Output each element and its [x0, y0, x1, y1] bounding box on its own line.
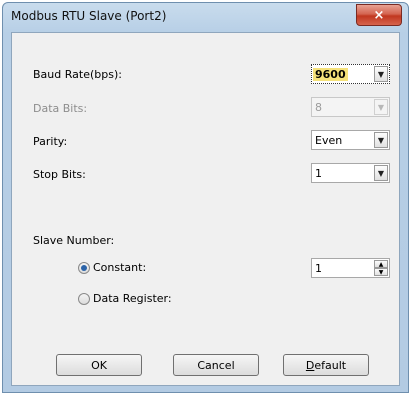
stop-bits-label: Stop Bits:: [33, 168, 86, 181]
constant-spinner[interactable]: 1 ▲ ▼: [311, 258, 390, 278]
data-bits-select[interactable]: 8 ▼: [311, 97, 390, 117]
ok-button[interactable]: OK: [56, 354, 142, 376]
parity-select[interactable]: Even ▼: [311, 130, 390, 150]
parity-value: Even: [315, 134, 343, 147]
constant-radio[interactable]: [78, 262, 90, 274]
data-register-label[interactable]: Data Register:: [93, 292, 172, 305]
dialog-body: Baud Rate(bps): 9600 ▼ Data Bits: 8 ▼ Pa…: [11, 32, 400, 386]
chevron-down-icon[interactable]: ▼: [374, 165, 388, 181]
constant-value: 1: [315, 262, 322, 275]
close-button[interactable]: ×: [356, 4, 402, 26]
default-label-rest: efault: [314, 358, 347, 372]
data-register-radio[interactable]: [78, 293, 90, 305]
data-bits-value: 8: [315, 101, 322, 114]
spin-up-icon[interactable]: ▲: [374, 260, 388, 268]
dialog-window: Modbus RTU Slave (Port2) × Baud Rate(bps…: [2, 2, 409, 393]
radio-selected-dot: [81, 265, 87, 271]
default-button[interactable]: Default: [283, 354, 369, 376]
baud-rate-select[interactable]: 9600 ▼: [311, 64, 390, 84]
spin-down-icon[interactable]: ▼: [374, 268, 388, 276]
chevron-down-icon[interactable]: ▼: [374, 99, 388, 115]
stop-bits-select[interactable]: 1 ▼: [311, 163, 390, 183]
stop-bits-value: 1: [315, 167, 322, 180]
constant-label[interactable]: Constant:: [93, 261, 146, 274]
chevron-down-icon[interactable]: ▼: [374, 66, 388, 82]
close-icon: ×: [373, 7, 385, 23]
baud-rate-label: Baud Rate(bps):: [33, 68, 122, 81]
slave-number-label: Slave Number:: [33, 234, 115, 247]
data-bits-label: Data Bits:: [33, 102, 88, 115]
baud-rate-value: 9600: [313, 68, 348, 81]
chevron-down-icon[interactable]: ▼: [374, 132, 388, 148]
parity-label: Parity:: [33, 135, 68, 148]
default-accel-char: D: [305, 358, 315, 372]
cancel-button[interactable]: Cancel: [173, 354, 259, 376]
window-title: Modbus RTU Slave (Port2): [11, 9, 167, 23]
